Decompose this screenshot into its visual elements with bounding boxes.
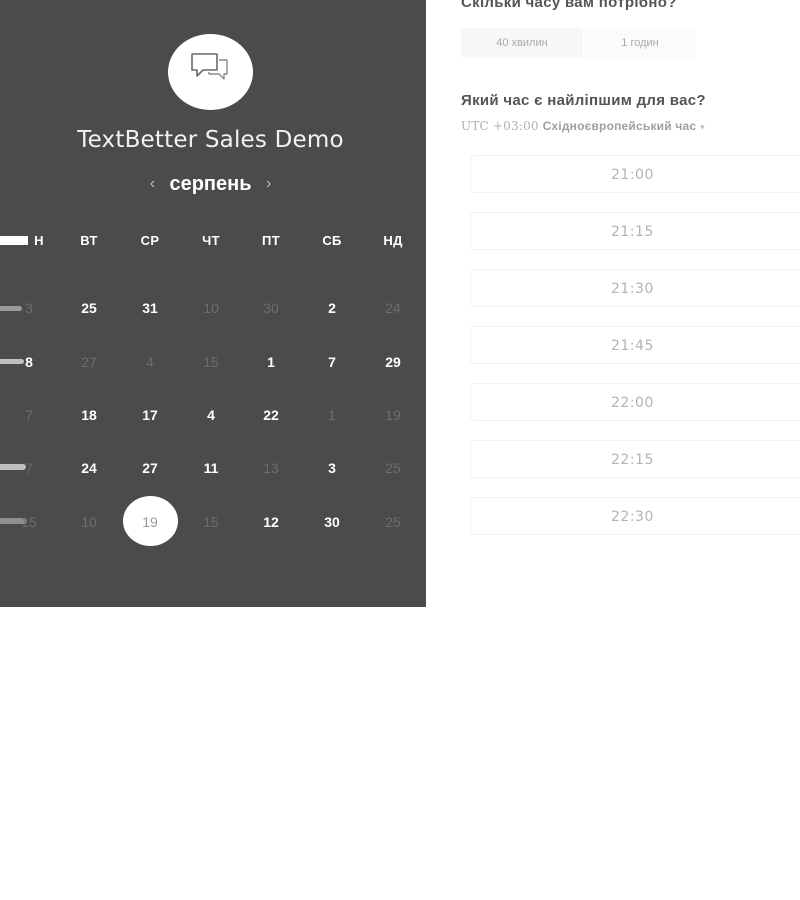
week-row: 15 10 19 15 12 30 25 [0,507,426,537]
calendar-day[interactable]: 1 [307,400,357,430]
calendar-day[interactable]: 30 [307,507,357,537]
time-slot[interactable]: 21:00 [470,155,800,193]
calendar-day[interactable]: 7 [4,400,54,430]
calendar-day[interactable]: 25 [368,507,418,537]
time-slot[interactable]: 21:45 [470,326,800,364]
calendar-day[interactable]: 25 [64,293,114,323]
calendar-day[interactable]: 24 [368,293,418,323]
weekday-tue: ВТ [80,233,98,248]
calendar-day-selected[interactable]: 19 [125,507,175,537]
calendar-day[interactable]: 8 [4,347,54,377]
calendar-panel: TextBetter Sales Demo ‹ серпень › Н ВТ С… [0,0,426,607]
calendar-day[interactable]: 3 [307,453,357,483]
calendar-day[interactable]: 4 [125,347,175,377]
duration-question: Скільки часу вам потрібно? [461,0,677,11]
weekday-sat: СБ [322,233,342,248]
calendar-day[interactable]: 10 [64,507,114,537]
timezone-offset: UTC +03:00 [461,119,539,133]
calendar-day[interactable]: 15 [186,347,236,377]
calendar-title: TextBetter Sales Demo [77,127,344,153]
weekday-sun: НД [383,233,403,248]
week-row: 7 18 17 4 22 1 19 [0,400,426,430]
calendar-day[interactable]: 15 [186,507,236,537]
weekday-header: Н ВТ СР ЧТ ПТ СБ НД [0,226,426,256]
time-question: Який час є найліпшим для вас? [461,92,706,109]
weekday-fri: ПТ [262,233,280,248]
time-slot[interactable]: 21:30 [470,269,800,307]
logo [168,34,253,110]
week-row: 7 24 27 11 13 3 25 [0,453,426,483]
calendar-day[interactable]: 25 [368,453,418,483]
time-slot[interactable]: 22:15 [470,440,800,478]
calendar-day[interactable]: 2 [307,293,357,323]
calendar-day[interactable]: 4 [186,400,236,430]
weekday-thu: ЧТ [202,233,220,248]
week-row: 3 25 31 10 30 2 24 [0,293,426,323]
calendar-day[interactable]: 1 [246,347,296,377]
time-slot[interactable]: 22:00 [470,383,800,421]
calendar-day[interactable]: 10 [186,293,236,323]
calendar-day[interactable]: 19 [368,400,418,430]
weekday-mon: Н [34,233,44,248]
calendar-day[interactable]: 11 [186,453,236,483]
calendar-day[interactable]: 18 [64,400,114,430]
chevron-left-icon[interactable]: ‹ [140,175,165,193]
timezone-name: Східноєвропейський час [542,119,697,133]
duration-option-1h[interactable]: 1 годин [585,28,695,58]
calendar-day[interactable]: 7 [4,453,54,483]
time-slot[interactable]: 22:30 [470,497,800,535]
calendar-day[interactable]: 27 [64,347,114,377]
calendar-day[interactable]: 3 [4,293,54,323]
calendar-day[interactable]: 24 [64,453,114,483]
calendar-day[interactable]: 13 [246,453,296,483]
calendar-day[interactable]: 22 [246,400,296,430]
week-row: 8 27 4 15 1 7 29 [0,347,426,377]
weekday-wed: СР [140,233,160,248]
calendar-day[interactable]: 31 [125,293,175,323]
chevron-right-icon[interactable]: › [256,175,281,193]
calendar-day[interactable]: 7 [307,347,357,377]
time-slot[interactable]: 21:15 [470,212,800,250]
month-label: серпень [169,173,252,195]
timezone-selector[interactable]: UTC +03:00 Східноєвропейський час ▾ [461,118,705,133]
calendar-day[interactable]: 12 [246,507,296,537]
calendar-day[interactable]: 30 [246,293,296,323]
calendar-day[interactable]: 15 [4,507,54,537]
calendar-day[interactable]: 17 [125,400,175,430]
chat-bubbles-icon [191,53,228,80]
calendar-day[interactable]: 29 [368,347,418,377]
month-navigation: ‹ серпень › [0,173,421,196]
calendar-day[interactable]: 27 [125,453,175,483]
caret-down-icon: ▾ [700,122,705,132]
duration-option-40min[interactable]: 40 хвилин [461,28,583,58]
